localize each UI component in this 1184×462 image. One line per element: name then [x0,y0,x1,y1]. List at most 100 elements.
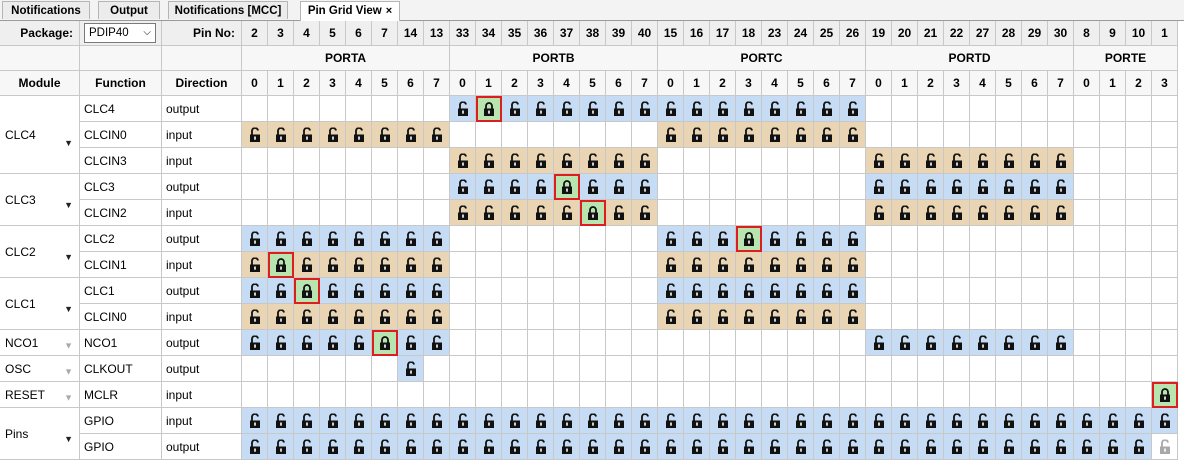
pin-cell[interactable] [840,408,866,434]
dropdown-arrow-icon[interactable]: ▼ [64,103,73,173]
pin-cell[interactable] [658,408,684,434]
pin-cell[interactable] [294,434,320,460]
close-icon[interactable]: × [386,5,392,17]
pin-cell[interactable] [996,200,1022,226]
pin-cell[interactable] [658,122,684,148]
pin-cell[interactable] [866,330,892,356]
pin-cell[interactable] [1048,174,1074,200]
pin-cell[interactable] [424,408,450,434]
pin-cell[interactable] [866,148,892,174]
pin-cell[interactable] [658,226,684,252]
pin-cell[interactable] [346,122,372,148]
module-clc3[interactable]: CLC3 ▼ [0,174,80,226]
pin-cell[interactable] [294,304,320,330]
pin-cell[interactable] [424,278,450,304]
pin-cell[interactable] [996,174,1022,200]
pin-cell[interactable] [970,408,996,434]
pin-cell[interactable] [424,252,450,278]
pin-cell[interactable] [918,200,944,226]
pin-cell[interactable] [476,96,502,122]
pin-cell[interactable] [346,278,372,304]
pin-cell[interactable] [580,148,606,174]
pin-cell[interactable] [736,122,762,148]
module-clc1[interactable]: CLC1 ▼ [0,278,80,330]
pin-cell[interactable] [918,148,944,174]
pin-cell[interactable] [814,408,840,434]
pin-cell[interactable] [294,408,320,434]
pin-cell[interactable] [944,200,970,226]
pin-cell[interactable] [398,122,424,148]
pin-cell[interactable] [840,434,866,460]
pin-cell[interactable] [320,278,346,304]
tab-output[interactable]: Output [98,1,160,19]
pin-cell[interactable] [1152,382,1178,408]
pin-cell[interactable] [346,304,372,330]
dropdown-arrow-icon[interactable]: ▼ [64,332,73,355]
pin-cell[interactable] [320,304,346,330]
pin-cell[interactable] [580,96,606,122]
pin-cell[interactable] [762,252,788,278]
pin-cell[interactable] [1048,434,1074,460]
pin-cell[interactable] [554,408,580,434]
pin-cell[interactable] [398,304,424,330]
pin-cell[interactable] [996,330,1022,356]
pin-cell[interactable] [242,434,268,460]
pin-cell[interactable] [424,330,450,356]
pin-cell[interactable] [372,226,398,252]
pin-cell[interactable] [892,434,918,460]
pin-cell[interactable] [528,148,554,174]
pin-cell[interactable] [398,356,424,382]
pin-cell[interactable] [918,330,944,356]
pin-cell[interactable] [632,174,658,200]
pin-cell[interactable] [606,96,632,122]
pin-cell[interactable] [1022,408,1048,434]
pin-cell[interactable] [1048,148,1074,174]
module-clc4[interactable]: CLC4 ▼ [0,96,80,174]
pin-cell[interactable] [580,200,606,226]
pin-cell[interactable] [346,330,372,356]
pin-cell[interactable] [398,252,424,278]
pin-cell[interactable] [840,252,866,278]
pin-cell[interactable] [684,96,710,122]
module-clc2[interactable]: CLC2 ▼ [0,226,80,278]
tab-pin-grid-view[interactable]: Pin Grid View × [300,1,400,21]
pin-cell[interactable] [814,122,840,148]
pin-cell[interactable] [320,122,346,148]
pin-cell[interactable] [476,174,502,200]
pin-cell[interactable] [450,174,476,200]
pin-cell[interactable] [554,148,580,174]
pin-cell[interactable] [294,330,320,356]
pin-cell[interactable] [476,148,502,174]
pin-cell[interactable] [1048,330,1074,356]
pin-cell[interactable] [580,408,606,434]
pin-cell[interactable] [294,122,320,148]
pin-cell[interactable] [970,174,996,200]
pin-cell[interactable] [736,96,762,122]
pin-cell[interactable] [892,408,918,434]
pin-cell[interactable] [658,434,684,460]
pin-cell[interactable] [372,330,398,356]
dropdown-arrow-icon[interactable]: ▼ [64,413,73,459]
pin-cell[interactable] [268,304,294,330]
pin-cell[interactable] [788,226,814,252]
pin-cell[interactable] [736,226,762,252]
pin-cell[interactable] [840,96,866,122]
pin-cell[interactable] [632,434,658,460]
pin-cell[interactable] [450,148,476,174]
dropdown-arrow-icon[interactable]: ▼ [64,179,73,225]
pin-cell[interactable] [424,226,450,252]
pin-cell[interactable] [1022,330,1048,356]
pin-cell[interactable] [788,122,814,148]
pin-cell[interactable] [736,434,762,460]
pin-cell[interactable] [450,434,476,460]
pin-cell[interactable] [1022,434,1048,460]
pin-cell[interactable] [320,252,346,278]
pin-cell[interactable] [1074,408,1100,434]
pin-cell[interactable] [398,330,424,356]
pin-cell[interactable] [658,96,684,122]
pin-cell[interactable] [736,278,762,304]
pin-cell[interactable] [970,200,996,226]
pin-cell[interactable] [944,148,970,174]
pin-cell[interactable] [528,434,554,460]
pin-cell[interactable] [554,434,580,460]
